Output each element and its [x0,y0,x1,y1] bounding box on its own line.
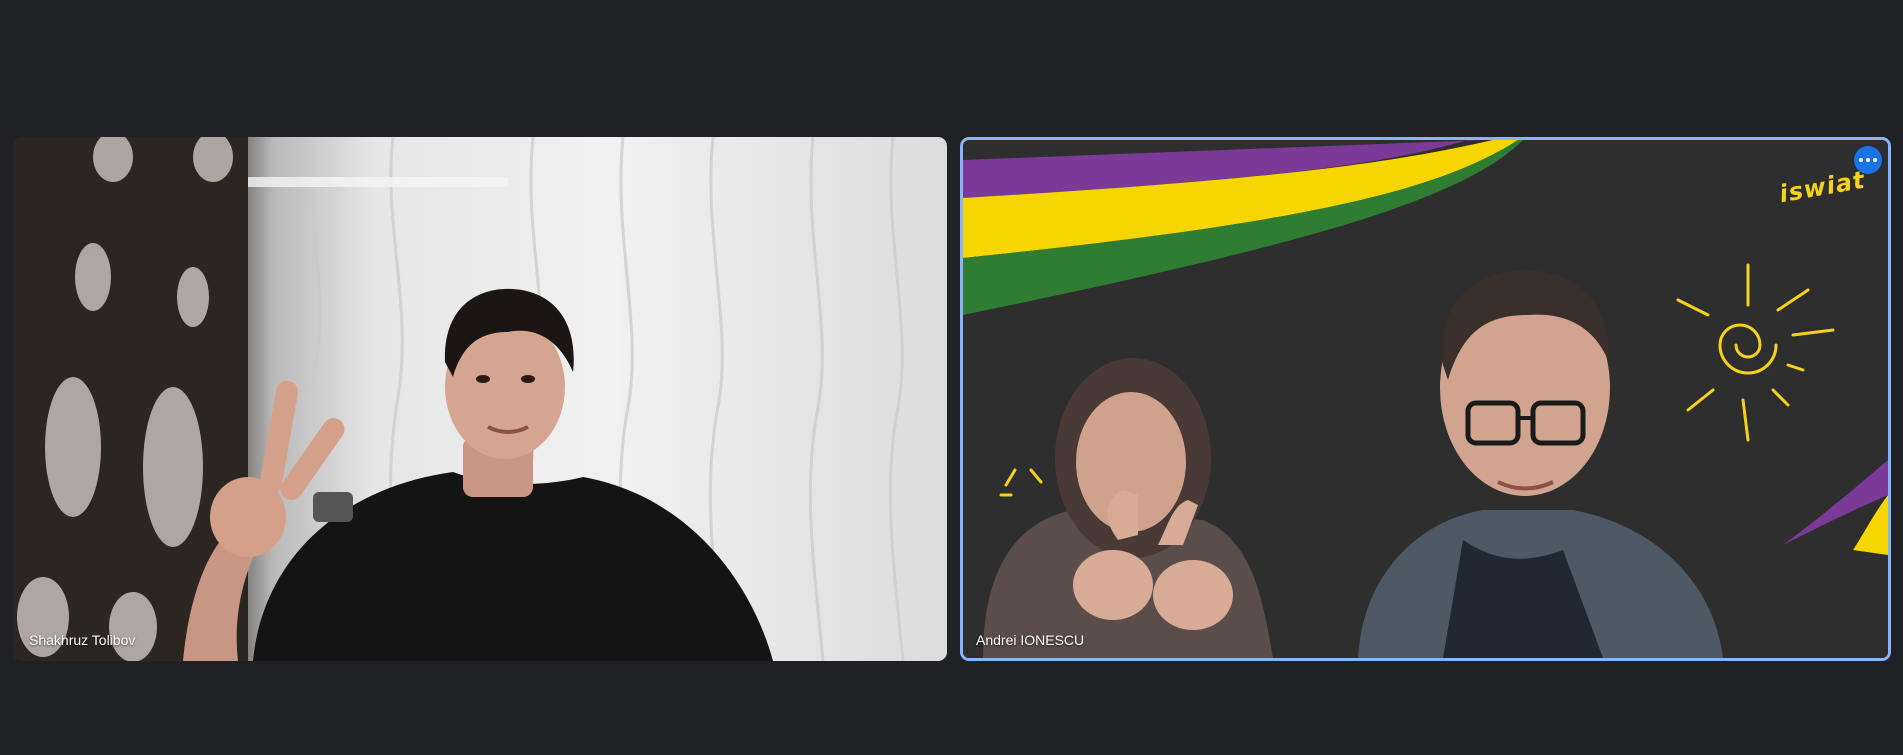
more-horizontal-icon [1859,158,1863,162]
video-feed [963,140,1888,658]
meeting-stage: Shakhruz Tolibov iswiat Andrei IONESCU [0,0,1903,755]
more-options-button[interactable] [1854,146,1882,174]
participant-tile-andrei[interactable]: iswiat Andrei IONESCU [960,137,1891,661]
participant-name-label: Andrei IONESCU [976,632,1085,648]
participant-name-label: Shakhruz Tolibov [29,632,136,648]
video-feed [13,137,905,661]
participant-tile-shakhruz[interactable]: Shakhruz Tolibov [13,137,947,661]
